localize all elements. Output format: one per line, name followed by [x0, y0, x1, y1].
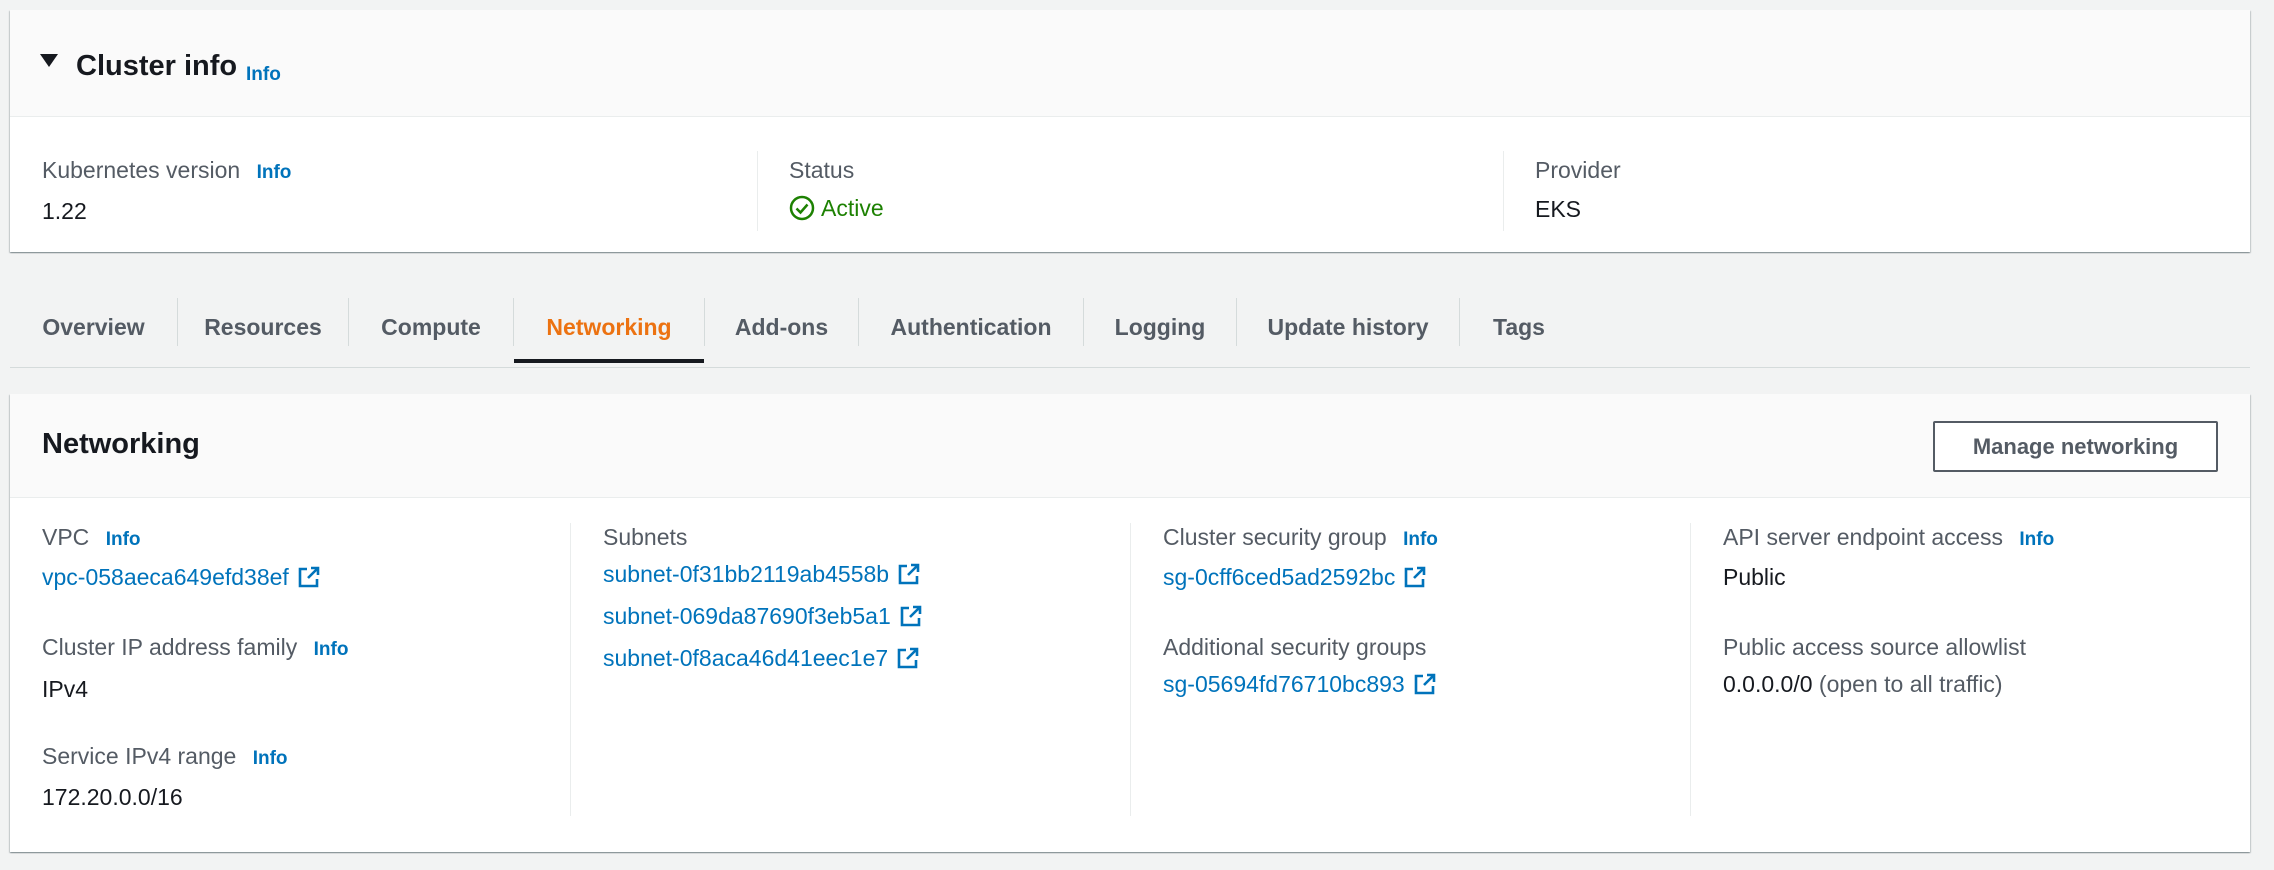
cluster-sg-info-link[interactable]: Info [1403, 529, 1438, 550]
column-divider [1690, 523, 1691, 816]
external-link-icon [897, 647, 919, 669]
cluster-info-header: Cluster info Info [10, 10, 2250, 117]
tab-tags[interactable]: Tags [1460, 290, 1578, 364]
kubernetes-version-label: Kubernetes version Info [42, 157, 292, 183]
tab-overview[interactable]: Overview [10, 290, 177, 364]
endpoint-access-column: API server endpoint access Info Public P… [1723, 498, 2243, 852]
tab-resources[interactable]: Resources [178, 290, 348, 364]
subnets-label: Subnets [603, 524, 688, 550]
networking-header: Networking Manage networking [10, 394, 2250, 498]
tab-update-history[interactable]: Update history [1237, 290, 1459, 364]
additional-sg-link[interactable]: sg-05694fd76710bc893 [1163, 669, 1437, 699]
vpc-link-wrap: vpc-058aeca649efd38ef [42, 562, 321, 592]
tab-authentication[interactable]: Authentication [859, 290, 1083, 364]
networking-title: Networking [42, 428, 200, 460]
subnet-link[interactable]: subnet-0f8aca46d41eec1e7 [603, 643, 920, 673]
vpc-label: VPC Info [42, 524, 141, 550]
kubernetes-version-value: 1.22 [42, 198, 87, 224]
external-link-icon [1414, 673, 1436, 695]
manage-networking-button[interactable]: Manage networking [1933, 421, 2218, 472]
external-link-icon [898, 563, 920, 585]
networking-details: VPC Info vpc-058aeca649efd38ef Cluster I… [10, 498, 2250, 852]
vpc-link[interactable]: vpc-058aeca649efd38ef [42, 562, 321, 592]
cluster-info-title[interactable]: Cluster info [76, 50, 237, 83]
cluster-sg-link[interactable]: sg-0cff6ced5ad2592bc [1163, 562, 1427, 592]
endpoint-access-value: Public [1723, 564, 1786, 590]
cluster-sg-label: Cluster security group Info [1163, 524, 1438, 550]
subnets-column: Subnets subnet-0f31bb2119ab4558b subnet-… [603, 498, 1123, 852]
allowlist-value: 0.0.0.0/0 (open to all traffic) [1723, 671, 2003, 697]
ip-family-label: Cluster IP address family Info [42, 634, 349, 660]
tab-logging[interactable]: Logging [1084, 290, 1236, 364]
caret-down-icon[interactable] [40, 54, 58, 67]
column-divider [570, 523, 571, 816]
cluster-sg-link-wrap: sg-0cff6ced5ad2592bc [1163, 562, 1427, 592]
additional-sg-link-wrap: sg-05694fd76710bc893 [1163, 669, 1437, 699]
subnet-link-wrap: subnet-0f31bb2119ab4558b [603, 559, 921, 589]
tab-add-ons[interactable]: Add-ons [705, 290, 858, 364]
kubernetes-version-info-link[interactable]: Info [257, 162, 292, 183]
ip-family-info-link[interactable]: Info [314, 639, 349, 660]
status-section: Status Active [789, 118, 1489, 252]
status-text: Active [821, 195, 884, 221]
check-circle-icon [789, 195, 815, 221]
vpc-info-link[interactable]: Info [106, 529, 141, 550]
tab-networking[interactable]: Networking [514, 290, 704, 364]
allowlist-label: Public access source allowlist [1723, 634, 2026, 660]
additional-sg-label: Additional security groups [1163, 634, 1427, 660]
active-tab-indicator [514, 359, 704, 363]
status-value: Active [789, 193, 884, 223]
subnet-link-wrap: subnet-069da87690f3eb5a1 [603, 601, 923, 631]
subnet-link-wrap: subnet-0f8aca46d41eec1e7 [603, 643, 920, 673]
endpoint-access-info-link[interactable]: Info [2019, 529, 2054, 550]
cluster-info-panel: Cluster info Info Kubernetes version Inf… [10, 10, 2250, 252]
column-divider [1503, 151, 1504, 231]
cluster-info-details: Kubernetes version Info 1.22 Status Acti… [10, 118, 2250, 252]
external-link-icon [298, 566, 320, 588]
provider-label: Provider [1535, 157, 1621, 183]
networking-panel: Networking Manage networking VPC Info vp… [10, 394, 2250, 852]
provider-section: Provider EKS [1535, 118, 2235, 252]
subnet-link[interactable]: subnet-0f31bb2119ab4558b [603, 559, 921, 589]
kubernetes-version-section: Kubernetes version Info 1.22 [42, 118, 742, 252]
allowlist-note: (open to all traffic) [1818, 671, 2003, 697]
tab-compute[interactable]: Compute [349, 290, 513, 364]
security-groups-column: Cluster security group Info sg-0cff6ced5… [1163, 498, 1683, 852]
subnet-link[interactable]: subnet-069da87690f3eb5a1 [603, 601, 923, 631]
endpoint-access-label: API server endpoint access Info [1723, 524, 2055, 550]
provider-value: EKS [1535, 196, 1582, 222]
cluster-tabs: Overview Resources Compute Networking Ad… [10, 290, 2250, 368]
ip-family-value: IPv4 [42, 676, 89, 702]
column-divider [1130, 523, 1131, 816]
cluster-info-info-link[interactable]: Info [246, 64, 281, 86]
vpc-column: VPC Info vpc-058aeca649efd38ef Cluster I… [42, 498, 562, 852]
external-link-icon [1405, 566, 1426, 588]
service-range-info-link[interactable]: Info [253, 748, 288, 769]
service-range-label: Service IPv4 range Info [42, 743, 288, 769]
status-label: Status [789, 157, 855, 183]
column-divider [757, 151, 758, 231]
external-link-icon [900, 605, 922, 627]
service-range-value: 172.20.0.0/16 [42, 784, 183, 810]
